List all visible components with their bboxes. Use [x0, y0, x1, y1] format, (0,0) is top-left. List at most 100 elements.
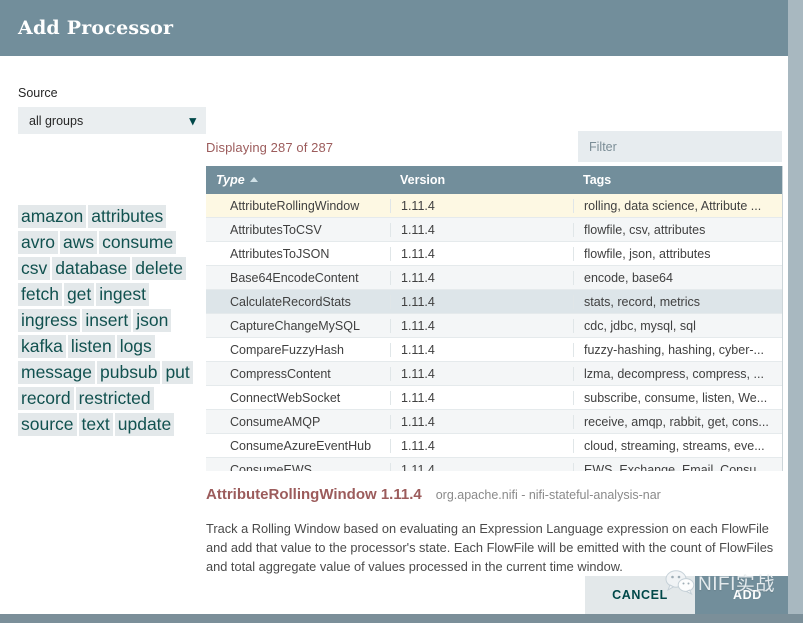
source-label: Source — [18, 86, 58, 100]
tag-chip[interactable]: insert — [82, 309, 132, 332]
tag-chip[interactable]: restricted — [75, 387, 154, 410]
processor-table: Type Version Tags AttributeRollingWindow… — [206, 166, 783, 471]
dialog-body: Source all groups ▾ amazon attributes avro… — [0, 56, 788, 614]
tag-chip[interactable]: message — [18, 361, 96, 384]
add-processor-dialog: Add Processor Source all groups ▾ amazon… — [0, 0, 788, 614]
table-row[interactable]: ConsumeEWS 1.11.4 EWS, Exchange, Email, Co… — [206, 458, 782, 471]
tag-chip[interactable]: database — [52, 257, 131, 280]
cell-type: ConnectWebSocket — [230, 390, 341, 405]
cell-type: CompareFuzzyHash — [230, 342, 344, 357]
tag-chip[interactable]: ingest — [96, 283, 149, 306]
tag-chip[interactable]: aws — [60, 231, 98, 254]
cell-type: AttributesToJSON — [230, 246, 330, 261]
tag-chip[interactable]: text — [78, 413, 113, 436]
tag-chip[interactable]: listen — [67, 335, 115, 358]
column-header-type-label: Type — [216, 173, 245, 187]
cell-type: AttributeRollingWindow — [230, 198, 360, 213]
processor-detail-bundle: org.apache.nifi - nifi-stateful-analysis… — [435, 488, 661, 502]
column-header-tags[interactable]: Tags — [573, 173, 782, 187]
tag-chip[interactable]: consume — [99, 231, 177, 254]
cell-version: 1.11.4 — [390, 318, 573, 333]
cancel-button[interactable]: CANCEL — [585, 576, 695, 614]
cell-version: 1.11.4 — [390, 198, 573, 213]
column-header-type[interactable]: Type — [206, 173, 390, 187]
cell-version: 1.11.4 — [390, 342, 573, 357]
cell-tags: cloud, streaming, streams, eve... — [573, 438, 782, 453]
table-row[interactable]: ConsumeAMQP 1.11.4 receive, amqp, rabbit, … — [206, 410, 782, 434]
table-row[interactable]: ConnectWebSocket 1.11.4 subscribe, consume… — [206, 386, 782, 410]
page-bottom-strip — [0, 614, 803, 623]
processor-list-panel: Displaying 287 of 287 Type Version Tags … — [206, 56, 788, 614]
cell-version: 1.11.4 — [390, 414, 573, 429]
processor-detail-description: Track a Rolling Window based on evaluati… — [206, 521, 774, 574]
source-group-select[interactable]: all groups ▾ — [18, 107, 206, 134]
cell-type: CalculateRecordStats — [230, 294, 351, 309]
cell-version: 1.11.4 — [390, 366, 573, 381]
cell-version: 1.11.4 — [390, 246, 573, 261]
dialog-header: Add Processor — [0, 0, 788, 56]
cell-tags: EWS, Exchange, Email, Consu... — [573, 462, 782, 471]
cell-tags: stats, record, metrics — [573, 294, 782, 309]
cell-version: 1.11.4 — [390, 438, 573, 453]
cell-version: 1.11.4 — [390, 390, 573, 405]
add-button[interactable]: ADD — [695, 576, 788, 614]
cell-version: 1.11.4 — [390, 222, 573, 237]
table-row[interactable]: CompressContent 1.11.4 lzma, decompress, c… — [206, 362, 782, 386]
tag-chip[interactable]: fetch — [18, 283, 62, 306]
table-header-row: Type Version Tags — [206, 166, 782, 194]
cell-tags: fuzzy-hashing, hashing, cyber-... — [573, 342, 782, 357]
tag-chip[interactable]: ingress — [18, 309, 81, 332]
cell-version: 1.11.4 — [390, 462, 573, 471]
table-row[interactable]: AttributesToCSV 1.11.4 flowfile, csv, attr… — [206, 218, 782, 242]
cell-version: 1.11.4 — [390, 294, 573, 309]
tag-chip[interactable]: put — [162, 361, 193, 384]
cell-type: Base64EncodeContent — [230, 270, 359, 285]
tag-chip[interactable]: csv — [18, 257, 51, 280]
cell-tags: receive, amqp, rabbit, get, cons... — [573, 414, 782, 429]
tag-chip[interactable]: attributes — [88, 205, 167, 228]
tag-chip[interactable]: avro — [18, 231, 59, 254]
table-row[interactable]: AttributesToJSON 1.11.4 flowfile, json, at… — [206, 242, 782, 266]
cell-tags: lzma, decompress, compress, ... — [573, 366, 782, 381]
tag-chip[interactable]: record — [18, 387, 74, 410]
tag-cloud: amazon attributes avro aws consume csv databas… — [18, 205, 208, 439]
table-row[interactable]: ConsumeAzureEventHub 1.11.4 cloud, streami… — [206, 434, 782, 458]
sort-ascending-icon — [249, 177, 258, 182]
cell-type: CaptureChangeMySQL — [230, 318, 360, 333]
processor-table-body: AttributeRollingWindow 1.11.4 rolling, dat… — [206, 194, 782, 471]
processor-detail-title: AttributeRollingWindow 1.11.4 org.apache… — [206, 486, 782, 503]
cell-tags: cdc, jdbc, mysql, sql — [573, 318, 782, 333]
cell-tags: encode, base64 — [573, 270, 782, 285]
table-row[interactable]: CaptureChangeMySQL 1.11.4 cdc, jdbc, mysql… — [206, 314, 782, 338]
dialog-title: Add Processor — [18, 17, 174, 39]
tag-chip[interactable]: logs — [116, 335, 155, 358]
table-row[interactable]: Base64EncodeContent 1.11.4 encode, base64 — [206, 266, 782, 290]
tag-chip[interactable]: delete — [132, 257, 186, 280]
cell-type: ConsumeAMQP — [230, 414, 321, 429]
chevron-down-icon: ▾ — [189, 113, 196, 128]
processor-detail: AttributeRollingWindow 1.11.4 org.apache… — [206, 486, 782, 576]
cell-type: CompressContent — [230, 366, 331, 381]
tag-chip[interactable]: source — [18, 413, 77, 436]
tag-chip[interactable]: kafka — [18, 335, 66, 358]
tag-chip[interactable]: pubsub — [97, 361, 161, 384]
displaying-count: Displaying 287 of 287 — [206, 140, 334, 155]
cell-type: AttributesToCSV — [230, 222, 322, 237]
table-row[interactable]: AttributeRollingWindow 1.11.4 rolling, dat… — [206, 194, 782, 218]
tag-chip[interactable]: update — [114, 413, 175, 436]
tag-chip[interactable]: amazon — [18, 205, 87, 228]
source-column: Source all groups ▾ — [18, 86, 206, 134]
processor-detail-name: AttributeRollingWindow 1.11.4 — [206, 486, 422, 503]
table-row[interactable]: CompareFuzzyHash 1.11.4 fuzzy-hashing, has… — [206, 338, 782, 362]
cell-tags: rolling, data science, Attribute ... — [573, 198, 782, 213]
cell-version: 1.11.4 — [390, 270, 573, 285]
tag-chip[interactable]: json — [133, 309, 172, 332]
cell-type: ConsumeAzureEventHub — [230, 438, 372, 453]
column-header-version[interactable]: Version — [390, 173, 573, 187]
cell-tags: flowfile, csv, attributes — [573, 222, 782, 237]
table-row[interactable]: CalculateRecordStats 1.11.4 stats, record,… — [206, 290, 782, 314]
cell-tags: flowfile, json, attributes — [573, 246, 782, 261]
tag-chip[interactable]: get — [63, 283, 95, 306]
cell-type: ConsumeEWS — [230, 462, 312, 472]
filter-input[interactable] — [578, 131, 782, 162]
